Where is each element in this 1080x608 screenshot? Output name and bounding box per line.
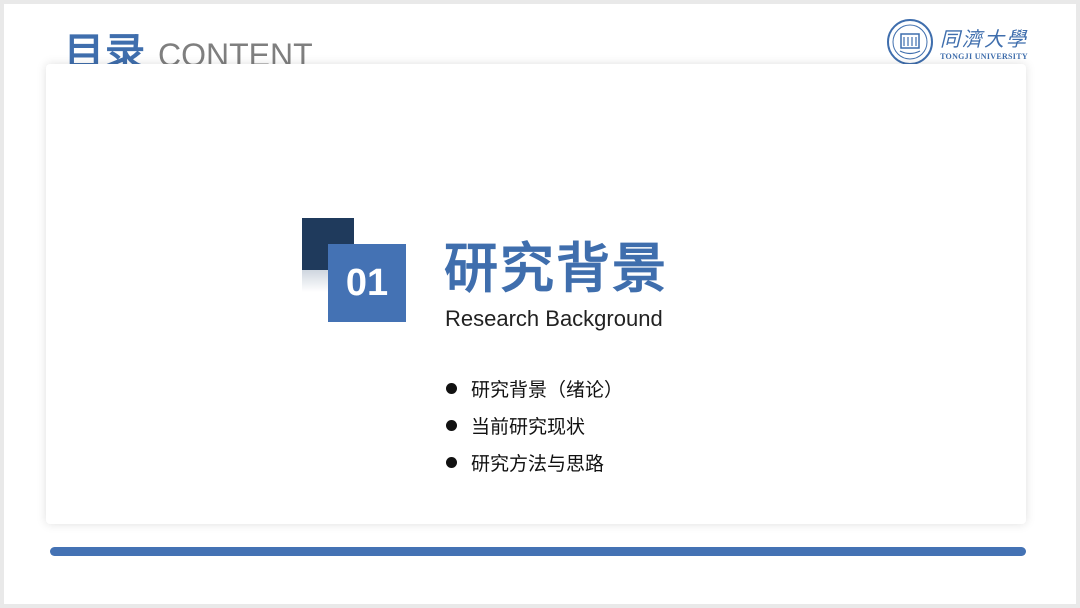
university-seal-icon [887,19,933,65]
list-item-label: 当前研究现状 [471,416,586,438]
list-item: 研究背景（绪论） [446,370,623,407]
bullet-dot-icon [446,420,457,431]
bullet-dot-icon [446,457,457,468]
section-number: 01 [328,244,406,322]
list-item-label: 研究背景（绪论） [471,379,624,401]
section-title: 研究背景 [444,237,668,300]
decor-shadow [302,270,328,292]
university-logo: 同濟大學 TONGJI UNIVERSITY [886,18,1028,66]
list-item: 研究方法与思路 [446,444,623,481]
logo-name-zh: 同濟大學 [940,27,1028,51]
list-item: 当前研究现状 [446,407,623,444]
footer-bar [50,547,1026,556]
list-item-label: 研究方法与思路 [471,453,605,475]
section-subtitle: Research Background [445,306,663,331]
logo-name-en: TONGJI UNIVERSITY [940,52,1028,61]
bullet-dot-icon [446,383,457,394]
bullet-list: 研究背景（绪论） 当前研究现状 研究方法与思路 [446,370,623,481]
